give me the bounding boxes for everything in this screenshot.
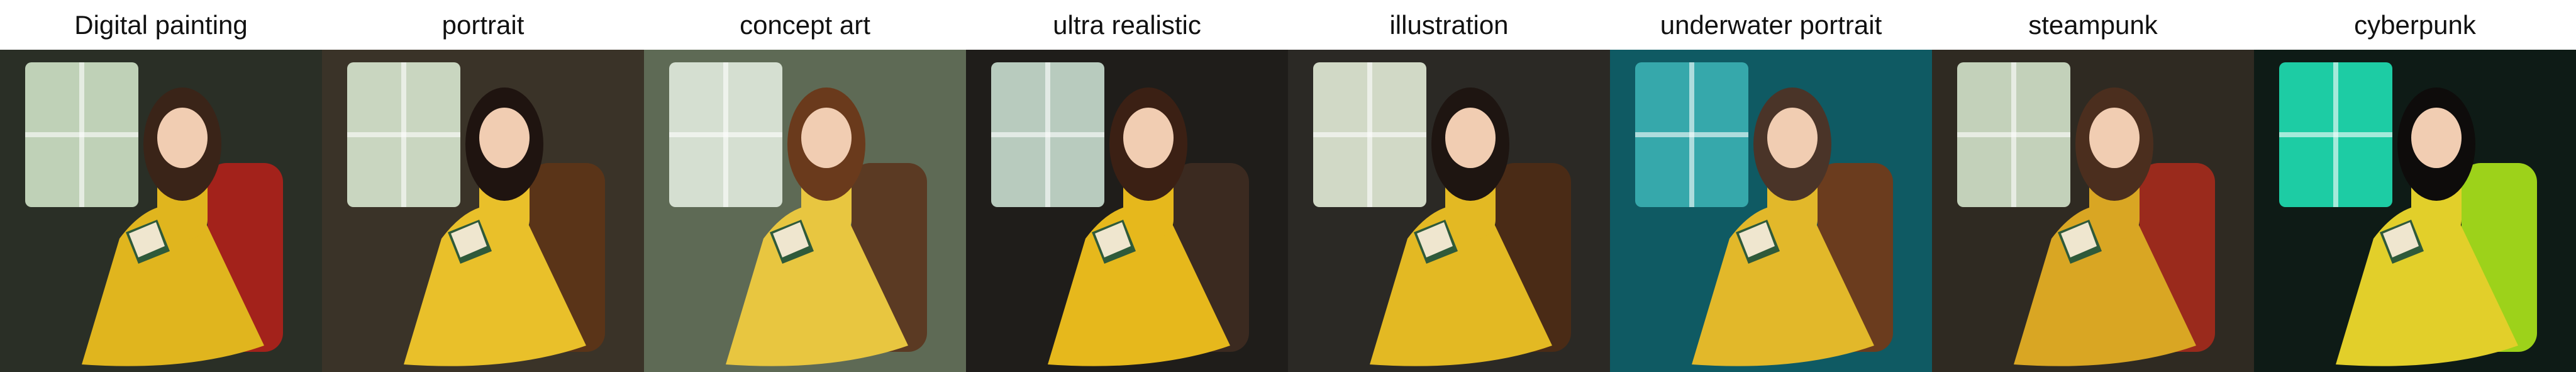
painting-image [2254,50,2576,372]
panel-concept-art: concept art [644,0,966,372]
face [1445,108,1496,168]
panel-underwater-portrait: underwater portrait [1610,0,1932,372]
panel-caption: illustration [1389,9,1509,40]
face [1767,108,1818,168]
panel-caption: ultra realistic [1053,9,1201,40]
face [479,108,530,168]
panel-caption: cyberpunk [2354,9,2476,40]
painting-image [0,50,322,372]
panel-caption: concept art [740,9,870,40]
image-strip: Digital painting portrait concept art ul… [0,0,2576,372]
panel-caption: underwater portrait [1660,9,1882,40]
painting-image [966,50,1288,372]
panel-cyberpunk: cyberpunk [2254,0,2576,372]
face [157,108,208,168]
face [1123,108,1174,168]
painting-image [1610,50,1932,372]
painting-image [322,50,644,372]
painting-image [1288,50,1610,372]
panel-steampunk: steampunk [1932,0,2254,372]
painting-image [644,50,966,372]
panel-caption: steampunk [2028,9,2158,40]
panel-portrait: portrait [322,0,644,372]
panel-caption: portrait [441,9,525,40]
panel-ultra-realistic: ultra realistic [966,0,1288,372]
panel-illustration: illustration [1288,0,1610,372]
panel-caption: Digital painting [74,9,248,40]
face [2411,108,2462,168]
face [801,108,852,168]
panel-digital-painting: Digital painting [0,0,322,372]
face [2089,108,2140,168]
painting-image [1932,50,2254,372]
